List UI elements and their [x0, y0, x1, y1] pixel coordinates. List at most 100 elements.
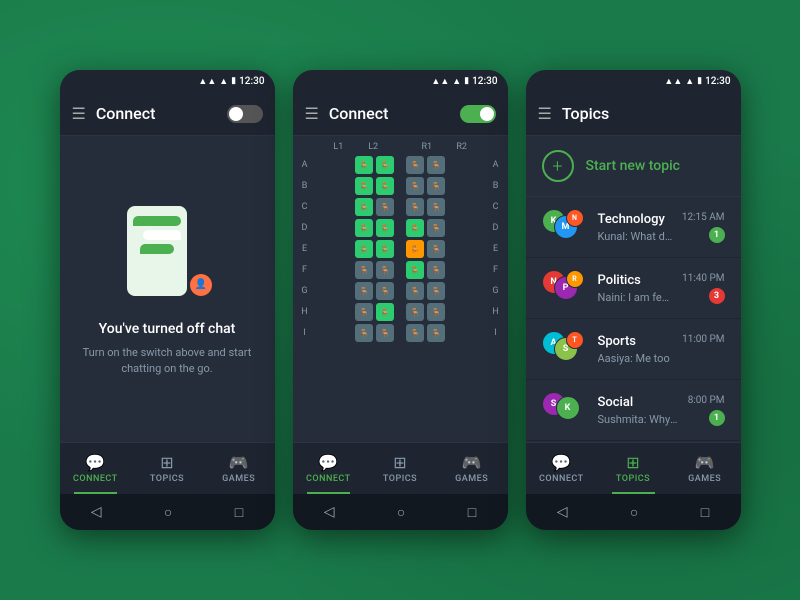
nav-connect-1[interactable]: 💬 CONNECT: [60, 443, 132, 494]
topics-label-1: TOPICS: [150, 474, 184, 484]
seat-G-L1[interactable]: 🪑: [355, 282, 373, 300]
phone-screen-1: ▲▲ ▲ ▮ 12:30 ☰ Connect 👤 You've turned o…: [60, 70, 275, 530]
chat-off-title: You've turned off chat: [99, 321, 236, 337]
row-label-I-right: I: [490, 328, 502, 338]
chat-toggle-1[interactable]: [227, 105, 263, 123]
app-title-1: Connect: [96, 104, 217, 123]
nav-topics-1[interactable]: ⊞ TOPICS: [131, 443, 203, 494]
topic-item-politics[interactable]: N P R Politics Naini: I am feeling so No…: [526, 258, 741, 319]
seat-D-L2[interactable]: 🪑: [376, 219, 394, 237]
new-topic-label: Start new topic: [586, 158, 680, 174]
seat-B-L2[interactable]: 🪑: [376, 177, 394, 195]
topic-avatars-sports: A S T: [542, 331, 586, 367]
seat-E-R1[interactable]: 🪑: [406, 240, 424, 258]
seat-I-R2[interactable]: 🪑: [427, 324, 445, 342]
seat-B-L1[interactable]: 🪑: [355, 177, 373, 195]
seat-C-L2[interactable]: 🪑: [376, 198, 394, 216]
seat-H-R2[interactable]: 🪑: [427, 303, 445, 321]
nav-topics-2[interactable]: ⊞ TOPICS: [364, 443, 436, 494]
seat-E-R2[interactable]: 🪑: [427, 240, 445, 258]
connect-icon-2: 💬: [318, 453, 338, 472]
row-label-G-right: G: [490, 286, 502, 296]
back-btn-1[interactable]: ◁: [91, 504, 102, 520]
home-btn-1[interactable]: ○: [164, 504, 172, 521]
row-label-H: H: [299, 307, 311, 317]
seat-A-L2[interactable]: 🪑: [376, 156, 394, 174]
seat-D-R2[interactable]: 🪑: [427, 219, 445, 237]
back-btn-2[interactable]: ◁: [324, 504, 335, 520]
new-topic-button[interactable]: + Start new topic: [526, 136, 741, 197]
topic-item-social[interactable]: S K Social Sushmita: Why am I here? 8:00…: [526, 380, 741, 441]
topic-info-technology: Technology Kunal: What do you think?: [598, 212, 674, 243]
seat-G-R2[interactable]: 🪑: [427, 282, 445, 300]
seat-A-R1[interactable]: 🪑: [406, 156, 424, 174]
seat-F-R1[interactable]: 🪑: [406, 261, 424, 279]
seat-A-R2[interactable]: 🪑: [427, 156, 445, 174]
bottom-nav-3: 💬 CONNECT ⊞ TOPICS 🎮 GAMES: [526, 442, 741, 494]
seat-D-L1[interactable]: 🪑: [355, 219, 373, 237]
seat-G-R1[interactable]: 🪑: [406, 282, 424, 300]
hamburger-icon-1[interactable]: ☰: [72, 104, 86, 123]
connect-label-2: CONNECT: [306, 474, 351, 484]
seat-C-L1[interactable]: 🪑: [355, 198, 373, 216]
home-btn-2[interactable]: ○: [397, 504, 405, 521]
nav-games-2[interactable]: 🎮 GAMES: [436, 443, 508, 494]
signal-icon: ▲▲: [198, 76, 216, 87]
seat-I-R1[interactable]: 🪑: [406, 324, 424, 342]
status-time: 12:30: [239, 76, 264, 87]
row-label-I: I: [299, 328, 311, 338]
seat-B-R2[interactable]: 🪑: [427, 177, 445, 195]
seat-E-L1[interactable]: 🪑: [355, 240, 373, 258]
row-B-seats: 🪑 🪑 🪑 🪑: [311, 177, 490, 195]
topic-avatars-social: S K: [542, 392, 586, 428]
games-icon-1: 🎮: [229, 453, 249, 472]
recent-btn-1[interactable]: □: [235, 504, 243, 521]
seat-H-R1[interactable]: 🪑: [406, 303, 424, 321]
nav-connect-2[interactable]: 💬 CONNECT: [293, 443, 365, 494]
topic-avatars-technology: K M N: [542, 209, 586, 245]
row-H-seats: 🪑 🪑 🪑 🪑: [311, 303, 490, 321]
seat-I-L2[interactable]: 🪑: [376, 324, 394, 342]
status-bar-1: ▲▲ ▲ ▮ 12:30: [60, 70, 275, 92]
topic-time-technology: 12:15 AM: [682, 212, 725, 223]
row-label-B: B: [299, 181, 311, 191]
row-label-B-right: B: [490, 181, 502, 191]
row-C-seats: 🪑 🪑 🪑 🪑: [311, 198, 490, 216]
android-nav-1: ◁ ○ □: [60, 494, 275, 530]
grid-row-A: A 🪑 🪑 🪑 🪑 A: [299, 156, 502, 174]
nav-connect-3[interactable]: 💬 CONNECT: [526, 443, 598, 494]
recent-btn-3[interactable]: □: [701, 504, 709, 521]
seat-C-R1[interactable]: 🪑: [406, 198, 424, 216]
seat-A-L1[interactable]: 🪑: [355, 156, 373, 174]
nav-games-1[interactable]: 🎮 GAMES: [203, 443, 275, 494]
row-E-seats: 🪑 🪑 🪑 🪑: [311, 240, 490, 258]
seat-F-L2[interactable]: 🪑: [376, 261, 394, 279]
seat-G-L2[interactable]: 🪑: [376, 282, 394, 300]
nav-topics-3[interactable]: ⊞ TOPICS: [597, 443, 669, 494]
recent-btn-2[interactable]: □: [468, 504, 476, 521]
chat-toggle-2[interactable]: [460, 105, 496, 123]
hamburger-icon-2[interactable]: ☰: [305, 104, 319, 123]
nav-games-3[interactable]: 🎮 GAMES: [669, 443, 741, 494]
seat-F-L1[interactable]: 🪑: [355, 261, 373, 279]
hamburger-icon-3[interactable]: ☰: [538, 104, 552, 123]
seat-E-L2[interactable]: 🪑: [376, 240, 394, 258]
seat-C-R2[interactable]: 🪑: [427, 198, 445, 216]
topic-item-technology[interactable]: K M N Technology Kunal: What do you thin…: [526, 197, 741, 258]
seat-F-R2[interactable]: 🪑: [427, 261, 445, 279]
seat-H-L2[interactable]: 🪑: [376, 303, 394, 321]
seat-H-L1[interactable]: 🪑: [355, 303, 373, 321]
signal-icon-3: ▲▲: [664, 76, 682, 87]
seat-B-R1[interactable]: 🪑: [406, 177, 424, 195]
back-btn-3[interactable]: ◁: [557, 504, 568, 520]
avatar-pol-3: R: [566, 270, 584, 288]
topic-item-sports[interactable]: A S T Sports Aasiya: Me too 11:00 PM: [526, 319, 741, 380]
avatar-soc-2: K: [556, 396, 580, 420]
connect-icon-1: 💬: [85, 453, 105, 472]
seat-D-R1[interactable]: 🪑: [406, 219, 424, 237]
row-label-H-right: H: [490, 307, 502, 317]
home-btn-3[interactable]: ○: [630, 504, 638, 521]
grid-row-D: D 🪑 🪑 🪑 🪑 D: [299, 219, 502, 237]
seat-I-L1[interactable]: 🪑: [355, 324, 373, 342]
toggle-knob-1: [229, 107, 243, 121]
